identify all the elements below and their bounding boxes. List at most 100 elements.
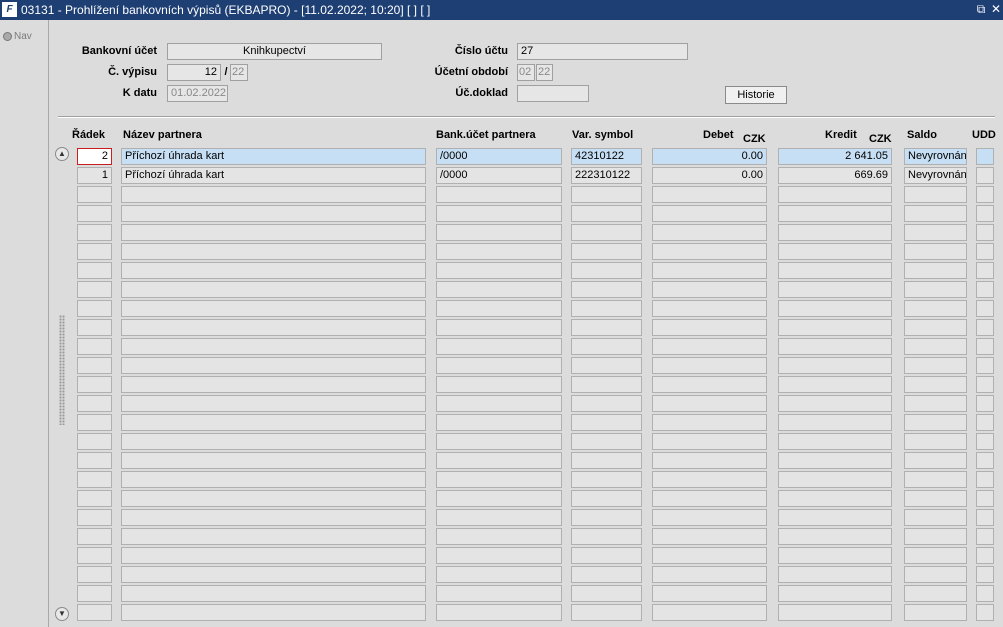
cell-partner-name[interactable] xyxy=(121,414,426,431)
cell-partner-account[interactable] xyxy=(436,547,562,564)
cell-balance[interactable] xyxy=(904,205,967,222)
cell-debit[interactable] xyxy=(652,300,767,317)
cell-var-symbol[interactable] xyxy=(571,224,642,241)
cell-balance[interactable]: Nevyrovnán xyxy=(904,167,967,184)
cell-row-number[interactable]: 2 xyxy=(77,148,112,165)
cell-udd[interactable] xyxy=(976,262,994,279)
cell-udd[interactable] xyxy=(976,604,994,621)
cell-var-symbol[interactable] xyxy=(571,262,642,279)
cell-var-symbol[interactable] xyxy=(571,319,642,336)
cell-var-symbol[interactable] xyxy=(571,528,642,545)
cell-partner-account[interactable] xyxy=(436,471,562,488)
cell-partner-account[interactable] xyxy=(436,224,562,241)
cell-credit[interactable] xyxy=(778,490,892,507)
cell-balance[interactable] xyxy=(904,528,967,545)
cell-row-number[interactable] xyxy=(77,224,112,241)
cell-var-symbol[interactable] xyxy=(571,395,642,412)
cell-credit[interactable] xyxy=(778,395,892,412)
cell-partner-name[interactable] xyxy=(121,604,426,621)
cell-row-number[interactable] xyxy=(77,376,112,393)
scroll-up-icon[interactable]: ▲ xyxy=(55,147,69,161)
cell-var-symbol[interactable]: 42310122 xyxy=(571,148,642,165)
cell-row-number[interactable] xyxy=(77,262,112,279)
cell-udd[interactable] xyxy=(976,319,994,336)
cell-debit[interactable] xyxy=(652,186,767,203)
cell-partner-name[interactable] xyxy=(121,243,426,260)
cell-var-symbol[interactable] xyxy=(571,357,642,374)
cell-partner-account[interactable] xyxy=(436,376,562,393)
cell-balance[interactable] xyxy=(904,395,967,412)
cell-balance[interactable] xyxy=(904,186,967,203)
cell-partner-account[interactable] xyxy=(436,566,562,583)
cell-balance[interactable] xyxy=(904,224,967,241)
cell-balance[interactable] xyxy=(904,376,967,393)
cell-var-symbol[interactable] xyxy=(571,547,642,564)
cell-row-number[interactable] xyxy=(77,281,112,298)
cell-partner-account[interactable] xyxy=(436,186,562,203)
cell-var-symbol[interactable] xyxy=(571,300,642,317)
cell-partner-name[interactable] xyxy=(121,376,426,393)
cell-debit[interactable] xyxy=(652,433,767,450)
cell-credit[interactable] xyxy=(778,414,892,431)
cell-row-number[interactable] xyxy=(77,395,112,412)
cell-partner-name[interactable] xyxy=(121,357,426,374)
cell-debit[interactable] xyxy=(652,205,767,222)
cell-credit[interactable] xyxy=(778,528,892,545)
cell-credit[interactable] xyxy=(778,471,892,488)
cell-var-symbol[interactable] xyxy=(571,452,642,469)
cell-udd[interactable] xyxy=(976,243,994,260)
cell-partner-name[interactable] xyxy=(121,338,426,355)
cell-credit[interactable]: 2 641.05 xyxy=(778,148,892,165)
cell-balance[interactable] xyxy=(904,471,967,488)
cell-partner-account[interactable] xyxy=(436,490,562,507)
cell-partner-name[interactable] xyxy=(121,509,426,526)
cell-partner-account[interactable] xyxy=(436,452,562,469)
cell-partner-name[interactable] xyxy=(121,300,426,317)
cell-credit[interactable] xyxy=(778,262,892,279)
cell-var-symbol[interactable] xyxy=(571,243,642,260)
cell-partner-name[interactable] xyxy=(121,262,426,279)
cell-udd[interactable] xyxy=(976,148,994,165)
cell-udd[interactable] xyxy=(976,452,994,469)
cell-partner-account[interactable] xyxy=(436,205,562,222)
cell-partner-name[interactable] xyxy=(121,395,426,412)
cell-udd[interactable] xyxy=(976,205,994,222)
cell-credit[interactable] xyxy=(778,433,892,450)
cell-credit[interactable] xyxy=(778,452,892,469)
cell-row-number[interactable] xyxy=(77,452,112,469)
cell-var-symbol[interactable] xyxy=(571,186,642,203)
cell-credit[interactable] xyxy=(778,604,892,621)
cell-balance[interactable] xyxy=(904,338,967,355)
cell-debit[interactable] xyxy=(652,338,767,355)
scroll-thumb-grip[interactable] xyxy=(59,315,65,425)
cell-var-symbol[interactable] xyxy=(571,205,642,222)
cell-debit[interactable] xyxy=(652,490,767,507)
cell-udd[interactable] xyxy=(976,509,994,526)
cell-partner-name[interactable]: Příchozí úhrada kart xyxy=(121,148,426,165)
cell-balance[interactable] xyxy=(904,604,967,621)
document-field[interactable] xyxy=(517,85,589,102)
cell-credit[interactable] xyxy=(778,357,892,374)
cell-debit[interactable] xyxy=(652,509,767,526)
cell-var-symbol[interactable] xyxy=(571,433,642,450)
cell-debit[interactable] xyxy=(652,604,767,621)
cell-partner-account[interactable] xyxy=(436,281,562,298)
cell-var-symbol[interactable]: 222310122 xyxy=(571,167,642,184)
cell-partner-account[interactable] xyxy=(436,585,562,602)
grid-scrollbar[interactable]: ▲ ▼ xyxy=(55,147,69,621)
cell-balance[interactable] xyxy=(904,490,967,507)
cell-credit[interactable] xyxy=(778,243,892,260)
cell-debit[interactable] xyxy=(652,414,767,431)
cell-var-symbol[interactable] xyxy=(571,604,642,621)
cell-partner-name[interactable] xyxy=(121,528,426,545)
cell-credit[interactable] xyxy=(778,376,892,393)
cell-partner-name[interactable] xyxy=(121,205,426,222)
cell-var-symbol[interactable] xyxy=(571,338,642,355)
restore-icon[interactable]: ⧉ xyxy=(975,2,987,16)
cell-udd[interactable] xyxy=(976,414,994,431)
cell-credit[interactable] xyxy=(778,205,892,222)
cell-credit[interactable] xyxy=(778,547,892,564)
cell-balance[interactable] xyxy=(904,585,967,602)
cell-debit[interactable] xyxy=(652,357,767,374)
cell-partner-account[interactable] xyxy=(436,338,562,355)
